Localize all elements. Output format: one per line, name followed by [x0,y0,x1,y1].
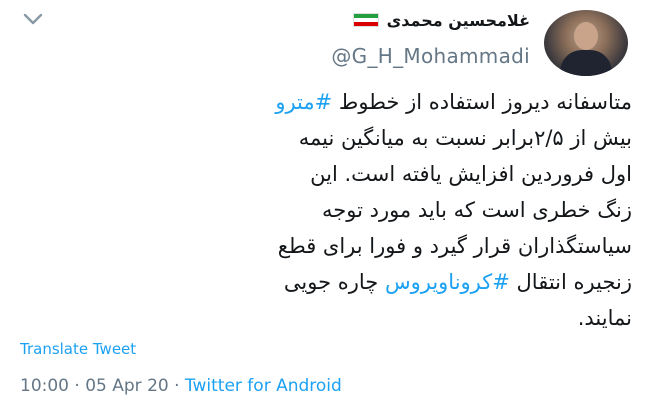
meta-separator: · [69,376,86,396]
tweet-date[interactable]: 05 Apr 20 [85,376,168,396]
tweet-meta: 10:00 · 05 Apr 20 · Twitter for Android [20,376,342,396]
author-handle[interactable]: @G_H_Mohammadi [331,44,530,68]
tweet-time[interactable]: 10:00 [20,376,69,396]
chevron-down-icon[interactable] [22,10,44,28]
translate-tweet-link[interactable]: Translate Tweet [20,340,136,358]
tweet-source[interactable]: Twitter for Android [185,376,342,396]
tweet-line-6-text-after: چاره جویی [283,270,385,294]
author-names: غلامحسین محمدی @G_H_Mohammadi [331,10,530,69]
tweet-line-6-text-before: زنجیره انتقال [509,270,632,294]
iran-flag-icon [352,13,379,27]
tweet-line-2: بیش از ۲/۵برابر نسبت به میانگین نیمه [298,126,632,150]
tweet-card: غلامحسین محمدی @G_H_Mohammadi متاسفانه د… [0,0,656,410]
tweet-header: غلامحسین محمدی @G_H_Mohammadi [331,10,628,76]
tweet-line-3: اول فروردین افزایش یافته است. این [310,162,632,186]
tweet-line-7: نمایند. [577,306,632,330]
display-name-row: غلامحسین محمدی [331,10,530,30]
tweet-line-4: زنگ خطری است که باید مورد توجه [321,198,632,222]
tweet-line-6: زنجیره انتقال #کروناویروس چاره جویی [22,264,632,300]
avatar-body [560,50,612,76]
hashtag-coronavirus[interactable]: #کروناویروس [385,270,510,294]
hashtag-metro[interactable]: #مترو [275,90,332,114]
avatar-face [574,22,598,50]
tweet-line-1-text: متاسفانه دیروز استفاده از خطوط [332,90,632,114]
author-display-name[interactable]: غلامحسین محمدی [387,11,530,30]
meta-separator: · [168,376,185,396]
avatar[interactable] [544,10,628,76]
tweet-line-5: سیاستگذاران قرار گیرد و فورا برای قطع [277,234,632,258]
tweet-line-1: متاسفانه دیروز استفاده از خطوط #مترو [22,84,632,120]
tweet-text: متاسفانه دیروز استفاده از خطوط #مترو بیش… [22,84,632,336]
